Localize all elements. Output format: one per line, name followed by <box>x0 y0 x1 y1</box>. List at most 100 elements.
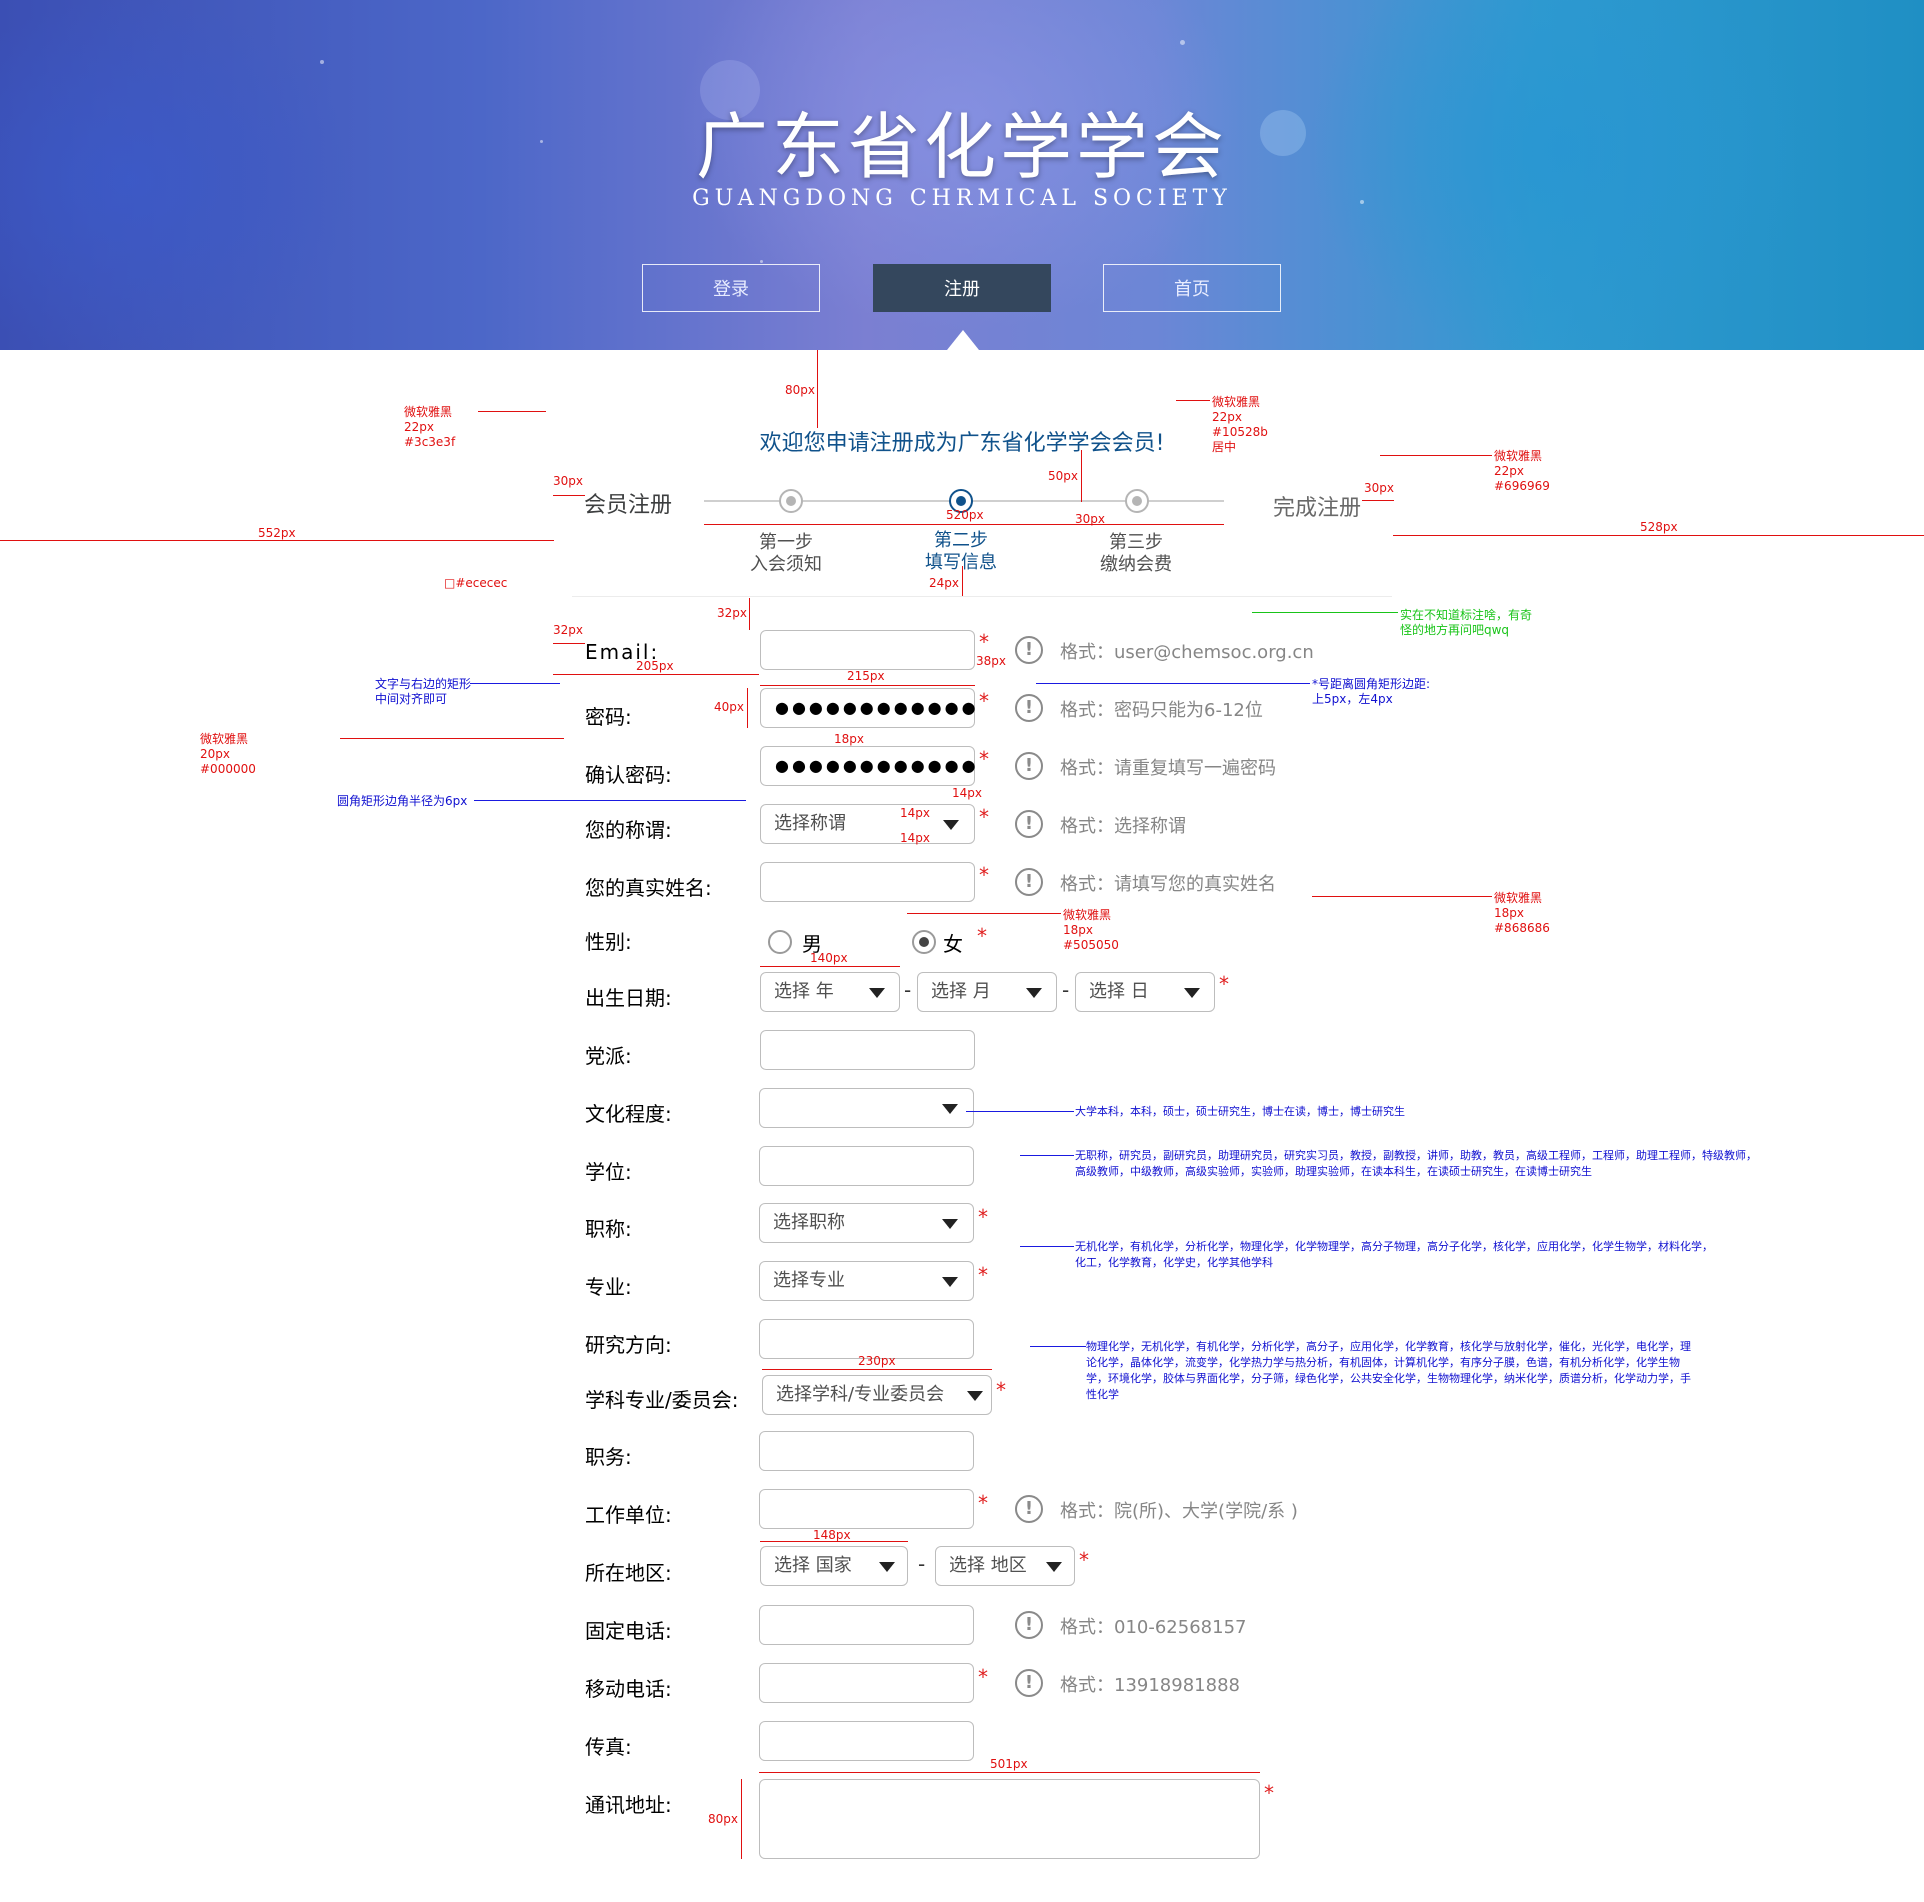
sparkle <box>320 60 324 64</box>
fax-input[interactable] <box>759 1721 974 1761</box>
measure-label: 18px <box>834 732 864 746</box>
degree-label: 学位: <box>585 1160 632 1184</box>
steps-right-label: 完成注册 <box>1273 496 1362 521</box>
birthdate-label: 出生日期: <box>585 986 672 1010</box>
birth-year-select[interactable]: 选择 年 <box>760 972 900 1012</box>
required-mark: * <box>977 924 987 948</box>
measure-line <box>1393 535 1924 536</box>
birth-separator: - <box>1062 978 1070 1002</box>
designer-note: *号距离圆角矩形边距: 上5px，左4px <box>1312 677 1431 706</box>
gender-label: 性别: <box>585 930 632 954</box>
measure-label: 80px <box>785 383 815 397</box>
site-subtitle: GUANGDONG CHRMICAL SOCIETY <box>692 186 1232 211</box>
info-icon: ! <box>1015 636 1043 664</box>
workplace-hint: 格式：院(所)、大学(学院/系 ) <box>1060 1501 1298 1522</box>
step-3-indicator <box>1125 489 1149 513</box>
measure-label: 32px <box>553 623 583 637</box>
birth-day-select[interactable]: 选择 日 <box>1075 972 1215 1012</box>
confirm-password-label: 确认密码: <box>585 763 672 787</box>
salutation-hint: 格式：选择称谓 <box>1060 816 1186 837</box>
info-icon: ! <box>1015 1611 1043 1639</box>
measure-label: 14px <box>952 786 982 800</box>
measure-line <box>553 495 585 496</box>
measure-label: 80px <box>708 1812 738 1826</box>
chevron-down-icon <box>1046 1562 1062 1572</box>
measure-label: 32px <box>717 606 747 620</box>
salutation-select[interactable]: 选择称谓 <box>760 804 975 844</box>
font-spec-note: 微软雅黑 22px #3c3e3f <box>404 405 456 449</box>
leader-line <box>478 411 546 412</box>
birth-month-select[interactable]: 选择 月 <box>917 972 1057 1012</box>
measure-label: 230px <box>858 1354 896 1368</box>
degree-input[interactable] <box>759 1146 974 1186</box>
major-select[interactable]: 选择专业 <box>759 1261 974 1301</box>
steps-left-label: 会员注册 <box>584 493 673 518</box>
measure-line <box>817 350 818 428</box>
leader-line <box>1020 1155 1074 1156</box>
party-label: 党派: <box>585 1044 632 1068</box>
gender-male-radio[interactable] <box>768 930 792 954</box>
phone-hint: 格式：010-62568157 <box>1060 1617 1247 1638</box>
mobile-input[interactable] <box>759 1663 974 1703</box>
info-icon: ! <box>1015 810 1043 838</box>
nav-register-button[interactable]: 注册 <box>873 264 1051 312</box>
email-hint: 格式：user@chemsoc.org.cn <box>1060 642 1314 663</box>
leader-line <box>966 1111 1074 1112</box>
education-select[interactable] <box>759 1088 974 1128</box>
measure-line <box>962 566 963 596</box>
major-options-note: 无机化学，有机化学，分析化学，物理化学，化学物理学，高分子物理，高分子化学，核化… <box>1075 1240 1713 1269</box>
font-spec-note: 微软雅黑 18px #868686 <box>1494 891 1550 935</box>
required-mark: * <box>978 1263 988 1287</box>
header-banner: 广东省化学学会 GUANGDONG CHRMICAL SOCIETY 登录 注册… <box>0 0 1924 350</box>
gender-female-radio[interactable] <box>912 930 936 954</box>
leader-line <box>1380 455 1492 456</box>
workplace-input[interactable] <box>759 1489 974 1529</box>
committee-select[interactable]: 选择学科/专业委员会 <box>762 1375 992 1415</box>
site-title: 广东省化学学会 <box>695 105 1228 189</box>
realname-input[interactable] <box>760 862 975 902</box>
region-country-select[interactable]: 选择 国家 <box>760 1546 908 1586</box>
password-hint: 格式：密码只能为6-12位 <box>1060 700 1263 721</box>
party-input[interactable] <box>760 1030 975 1070</box>
region-area-select[interactable]: 选择 地区 <box>935 1546 1075 1586</box>
chevron-down-icon <box>879 1562 895 1572</box>
password-input[interactable]: ●●●●●●●●●●●● <box>760 688 976 728</box>
position-input[interactable] <box>759 1431 974 1471</box>
measure-label: 520px <box>946 508 984 522</box>
sparkle <box>1180 40 1185 45</box>
measure-line <box>760 685 975 686</box>
measure-label: 30px <box>553 474 583 488</box>
leader-line <box>340 738 564 739</box>
realname-label: 您的真实姓名: <box>585 876 712 900</box>
nav-home-button[interactable]: 首页 <box>1103 264 1281 312</box>
measure-label: 501px <box>990 1757 1028 1771</box>
required-mark: * <box>978 1205 988 1229</box>
email-input[interactable] <box>760 630 975 670</box>
confirm-password-hint: 格式：请重复填写一遍密码 <box>1060 758 1276 779</box>
chevron-down-icon <box>1184 988 1200 998</box>
phone-input[interactable] <box>759 1605 974 1645</box>
info-icon: ! <box>1015 752 1043 780</box>
nav-login-button[interactable]: 登录 <box>642 264 820 312</box>
jobtitle-select[interactable]: 选择职称 <box>759 1203 974 1243</box>
measure-label: 40px <box>714 700 744 714</box>
measure-line <box>762 1369 992 1370</box>
required-mark: * <box>996 1378 1006 1402</box>
measure-label: 14px <box>900 806 930 820</box>
chevron-down-icon <box>942 1104 958 1114</box>
measure-label: 30px <box>1364 481 1394 495</box>
research-input[interactable] <box>759 1319 974 1359</box>
address-textarea[interactable] <box>759 1779 1260 1859</box>
research-label: 研究方向: <box>585 1333 672 1357</box>
required-mark: * <box>979 805 989 829</box>
confirm-password-input[interactable]: ●●●●●●●●●●●● <box>760 746 976 786</box>
chevron-down-icon <box>1026 988 1042 998</box>
chevron-down-icon <box>942 1277 958 1287</box>
measure-line <box>749 598 750 630</box>
leader-line <box>1036 683 1310 684</box>
measure-label: 528px <box>1640 520 1678 534</box>
chevron-down-icon <box>869 988 885 998</box>
birth-separator: - <box>904 978 912 1002</box>
info-icon: ! <box>1015 868 1043 896</box>
leader-line <box>470 683 560 684</box>
